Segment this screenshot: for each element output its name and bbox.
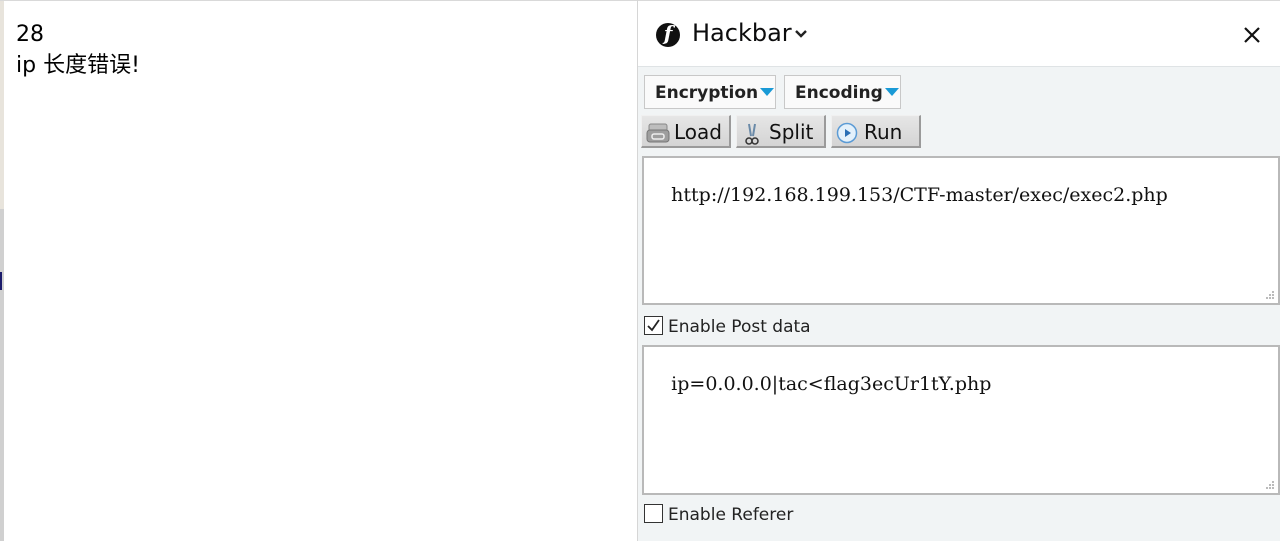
checkmark-icon (647, 319, 660, 332)
edge-mark (0, 272, 2, 290)
output-line-number: 28 (16, 22, 44, 47)
page-output: 28 ip 长度错误! (16, 19, 140, 81)
panel-header: f Hackbar (638, 1, 1280, 67)
enable-post-checkbox[interactable] (644, 316, 663, 335)
load-url-icon (646, 123, 670, 143)
encryption-label: Encryption (655, 83, 759, 103)
scissors-icon (745, 123, 759, 145)
run-button[interactable]: Run (831, 115, 921, 148)
enable-post-label[interactable]: Enable Post data (668, 317, 811, 337)
edge-upper (0, 1, 4, 209)
play-icon (836, 122, 858, 144)
encoding-dropdown[interactable]: Encoding (784, 75, 901, 109)
run-label: Run (864, 120, 903, 144)
load-url-button[interactable]: Load (641, 115, 731, 148)
enable-referer-checkbox[interactable] (644, 504, 663, 523)
post-data-value: ip=0.0.0.0|tac<flag3ecUr1tY.php (671, 373, 992, 395)
enable-referer-label[interactable]: Enable Referer (668, 505, 793, 525)
close-icon[interactable] (1242, 25, 1262, 45)
page-content-area: 28 ip 长度错误! (0, 0, 637, 541)
chevron-down-icon[interactable] (794, 27, 808, 41)
window-left-edge (0, 1, 4, 541)
triangle-down-icon (760, 88, 775, 96)
url-value: http://192.168.199.153/CTF-master/exec/e… (671, 184, 1168, 206)
output-line-error: ip 长度错误! (16, 53, 140, 78)
hackbar-logo-icon: f (656, 21, 680, 47)
triangle-down-icon (884, 88, 899, 96)
post-data-textarea[interactable]: ip=0.0.0.0|tac<flag3ecUr1tY.php (642, 345, 1280, 495)
split-label: Split (769, 120, 814, 144)
load-label: Load (674, 120, 722, 144)
split-url-button[interactable]: Split (736, 115, 826, 148)
resize-grip-icon[interactable] (1265, 290, 1275, 300)
url-textarea[interactable]: http://192.168.199.153/CTF-master/exec/e… (642, 156, 1280, 305)
resize-grip-icon[interactable] (1265, 480, 1275, 490)
encryption-dropdown[interactable]: Encryption (644, 75, 776, 109)
encoding-label: Encoding (795, 83, 883, 103)
hackbar-panel: f Hackbar Encryption Encoding Load Split (638, 0, 1280, 541)
panel-title[interactable]: Hackbar (692, 19, 792, 47)
